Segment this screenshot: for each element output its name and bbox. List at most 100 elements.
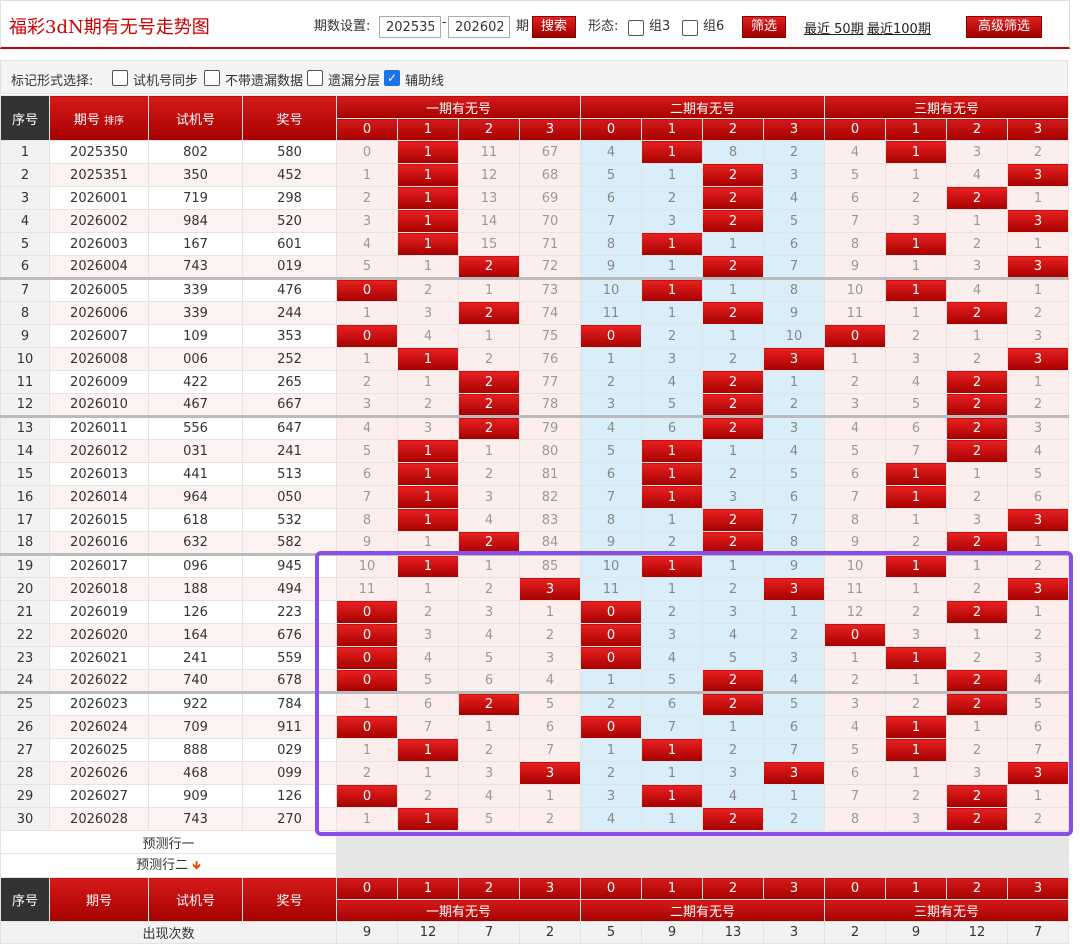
digit-header-g2-2: 2 [702,118,764,141]
period-to-input[interactable] [448,16,510,38]
prediction-row-2[interactable] [336,853,1069,878]
omission-cell: 0 [580,324,642,348]
row-seq: 26 [0,715,50,739]
omission-cell: 3 [641,209,703,233]
row-test-number: 096 [148,553,243,578]
omission-cell: 2 [458,301,520,325]
omission-cell: 0 [336,140,398,164]
row-seq: 13 [0,415,50,440]
row-seq: 6 [0,255,50,279]
omission-cell: 1 [336,301,398,325]
digit-header-g3-3: 3 [1007,118,1069,141]
omission-cell: 3 [397,415,459,440]
row-test-number: 964 [148,485,243,509]
digit-header-g3-3: 3 [1007,877,1069,900]
footer-group-1: 一期有无号 [336,899,581,922]
row-seq: 23 [0,646,50,670]
recent-50-link[interactable]: 最近 50期 [804,18,864,37]
omission-cell: 1 [641,255,703,279]
table-row: 14 2026012 031 241 5 1 1 80 5 1 1 4 5 7 2 4 [0,439,1069,463]
omission-cell: 3 [824,393,886,417]
digit-header-g3-1: 1 [885,118,947,141]
row-seq: 19 [0,553,50,578]
digit-header-g2-2: 2 [702,877,764,900]
header-period[interactable]: 期号 排序 [49,95,149,141]
recent-100-link[interactable]: 最近100期 [867,18,931,37]
omission-cell: 1 [702,324,764,348]
row-prize-number: 532 [242,508,337,532]
search-button[interactable]: 搜索 [532,16,576,38]
omission-cell: 1 [1007,370,1069,394]
prediction-row-1-label[interactable]: 预测行一 [0,830,337,854]
sync-test-label: 试机号同步 [133,74,199,89]
filter-button[interactable]: 筛选 [742,16,786,38]
omission-cell: 5 [824,163,886,187]
omission-cell: 72 [519,255,581,279]
advanced-filter-button[interactable]: 高级筛选 [966,16,1042,38]
omission-cell: 1 [641,163,703,187]
row-test-number: 740 [148,669,243,693]
period-from-input[interactable] [379,16,441,38]
count-cell: 7 [1007,921,1069,944]
row-prize-number: 244 [242,301,337,325]
header-prize-number: 奖号 [242,95,337,141]
header-group-1: 一期有无号 [336,95,581,119]
digit-header-g1-1: 1 [397,877,459,900]
row-seq: 2 [0,163,50,187]
row-seq: 11 [0,370,50,394]
guide-line-label: 辅助线 [405,74,445,89]
omission-cell: 3 [1007,508,1069,532]
row-prize-number: 476 [242,277,337,302]
no-omission-checkbox[interactable] [204,70,220,86]
row-test-number: 339 [148,301,243,325]
omission-cell: 2 [946,347,1008,371]
digit-header-g3-2: 2 [946,118,1008,141]
omission-cell: 1 [397,255,459,279]
row-seq: 8 [0,301,50,325]
omission-cell: 1 [397,347,459,371]
omission-cell: 2 [946,439,1008,463]
omission-cell: 3 [336,393,398,417]
footer-period: 期号 [49,877,149,922]
row-period: 2026025 [49,738,149,762]
row-seq: 10 [0,347,50,371]
omission-cell: 7 [580,485,642,509]
row-period: 2025351 [49,163,149,187]
row-test-number: 467 [148,393,243,417]
omission-cell: 1 [763,370,825,394]
row-period: 2026011 [49,415,149,440]
table-row: 15 2026013 441 513 6 1 2 81 6 1 2 5 6 1 1 5 [0,462,1069,486]
group6-checkbox[interactable] [682,20,698,36]
arrow-down-icon: 🡻 [192,858,201,872]
omission-cell: 3 [702,485,764,509]
guide-line-checkbox[interactable]: ✓ [384,70,400,86]
omission-cell: 1 [641,439,703,463]
table-row: 13 2026011 556 647 4 3 2 79 4 6 2 3 4 6 2 3 [0,415,1069,440]
omission-cell: 70 [519,209,581,233]
omission-cell: 2 [702,163,764,187]
row-seq: 1 [0,140,50,164]
group3-checkbox[interactable] [628,20,644,36]
sort-toggle[interactable]: 排序 [104,116,124,127]
top-bar: 福彩3dN期有无号走势图 期数设置: - 期 搜索 形态: 组3 组6 筛选 最… [0,0,1070,49]
omission-cell: 2 [946,393,1008,417]
mark-options-bar: 标记形式选择: 试机号同步 不带遗漏数据 遗漏分层 ✓ 辅助线 [0,60,1068,94]
row-period: 2026015 [49,508,149,532]
omission-cell: 2 [763,140,825,164]
count-cell: 12 [946,921,1008,944]
row-test-number: 167 [148,232,243,256]
row-prize-number: 252 [242,347,337,371]
sync-test-checkbox[interactable] [112,70,128,86]
omission-cell: 7 [336,485,398,509]
omission-layer-checkbox[interactable] [307,70,323,86]
row-period: 2026024 [49,715,149,739]
omission-cell: 8 [763,277,825,302]
row-test-number: 909 [148,784,243,808]
omission-cell: 2 [824,370,886,394]
prediction-row-2-label[interactable]: 预测行二 🡻 [0,853,337,878]
row-prize-number: 667 [242,393,337,417]
row-test-number: 109 [148,324,243,348]
omission-cell: 15 [458,232,520,256]
row-prize-number: 580 [242,140,337,164]
footer-test-number: 试机号 [148,877,243,922]
